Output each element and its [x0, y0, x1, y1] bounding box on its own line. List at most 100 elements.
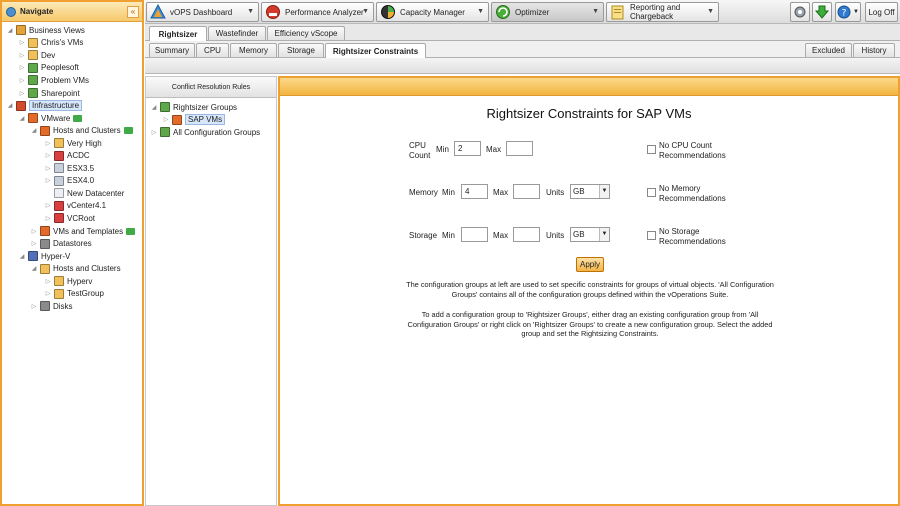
tree-item-label: Problem VMs — [41, 75, 90, 85]
tree-item-acdc[interactable]: ▷ ACDC — [2, 149, 142, 162]
download-button[interactable] — [812, 2, 832, 22]
vms-templates-icon — [40, 226, 50, 237]
tree-item-label: ESX4.0 — [67, 176, 95, 186]
main-tab-bar: Rightsizer Wastefinder Efficiency vScope — [145, 24, 900, 41]
expand-arrow-icon[interactable]: ▷ — [18, 64, 26, 71]
expand-arrow-icon[interactable]: ◢ — [150, 104, 158, 111]
tree-item-vmware[interactable]: ◢ VMware — [2, 112, 142, 125]
expand-arrow-icon[interactable]: ◢ — [6, 27, 14, 34]
tab-summary[interactable]: Summary — [149, 43, 195, 57]
expand-arrow-icon[interactable]: ◢ — [30, 127, 38, 134]
expand-arrow-icon[interactable]: ▷ — [44, 165, 52, 172]
no-storage-checkbox[interactable] — [647, 231, 656, 240]
tab-rightsizer[interactable]: Rightsizer — [149, 26, 207, 41]
storage-max-input[interactable] — [513, 227, 540, 242]
tree-item-hosts-clusters[interactable]: ◢ Hosts and Clusters — [2, 124, 142, 137]
tab-memory[interactable]: Memory — [230, 43, 277, 57]
tree-item-vms-templates[interactable]: ▷ VMs and Templates — [2, 225, 142, 238]
expand-arrow-icon[interactable]: ▷ — [30, 303, 38, 310]
expand-arrow-icon[interactable]: ◢ — [30, 265, 38, 272]
tree-item-dev[interactable]: ▷ Dev — [2, 49, 142, 62]
expand-arrow-icon[interactable]: ▷ — [30, 228, 38, 235]
tree-item-testgroup[interactable]: ▷ TestGroup — [2, 287, 142, 300]
tree-item-new-datacenter[interactable]: New Datacenter — [2, 187, 142, 200]
download-arrow-icon — [815, 5, 829, 19]
expand-arrow-icon[interactable]: ▷ — [150, 129, 158, 136]
expand-arrow-icon[interactable]: ▷ — [44, 152, 52, 159]
tab-storage[interactable]: Storage — [278, 43, 324, 57]
apply-button[interactable]: Apply — [576, 257, 604, 272]
tree-item-all-configuration-groups[interactable]: ▷ All Configuration Groups — [146, 126, 276, 139]
tree-item-label: TestGroup — [67, 289, 104, 299]
memory-min-input[interactable]: 4 — [461, 184, 488, 199]
folder-icon — [54, 276, 64, 287]
no-memory-checkbox[interactable] — [647, 188, 656, 197]
collapse-nav-button[interactable]: « — [127, 6, 139, 18]
performance-analyzer-dropdown[interactable]: Performance Analyzer ▼ — [261, 2, 374, 22]
tree-item-datastores[interactable]: ▷ Datastores — [2, 237, 142, 250]
tree-item-problem-vms[interactable]: ▷ Problem VMs — [2, 74, 142, 87]
memory-units-select[interactable]: GB ▼ — [570, 184, 610, 199]
tree-item-rightsizer-groups[interactable]: ◢ Rightsizer Groups — [146, 101, 276, 114]
cpu-min-input[interactable]: 2 — [454, 141, 481, 156]
top-toolbar: vOPS Dashboard ▼ Performance Analyzer ▼ … — [145, 0, 900, 24]
storage-min-input[interactable] — [461, 227, 488, 242]
tree-item-very-high[interactable]: ▷ Very High — [2, 137, 142, 150]
tree-item-infrastructure[interactable]: ◢ Infrastructure — [2, 99, 142, 112]
tree-item-sap-vms[interactable]: ▷ SAP VMs — [146, 114, 276, 127]
optimizer-dropdown[interactable]: Optimizer ▼ — [491, 2, 604, 22]
log-off-button[interactable]: Log Off — [865, 2, 898, 22]
tab-excluded[interactable]: Excluded — [805, 43, 852, 57]
tab-cpu[interactable]: CPU — [196, 43, 229, 57]
expand-arrow-icon[interactable]: ▷ — [44, 177, 52, 184]
navigation-tree: ◢ Business Views ▷ Chris's VMs ▷ Dev ▷ P… — [2, 22, 142, 313]
vcenter-icon — [54, 213, 64, 224]
tree-item-hyperv-hosts-clusters[interactable]: ◢ Hosts and Clusters — [2, 262, 142, 275]
storage-units-select[interactable]: GB ▼ — [570, 227, 610, 242]
tab-wastefinder[interactable]: Wastefinder — [208, 26, 266, 40]
no-cpu-checkbox[interactable] — [647, 145, 656, 154]
tree-item-hyper-v[interactable]: ◢ Hyper-V — [2, 250, 142, 263]
expand-arrow-icon[interactable]: ▷ — [44, 202, 52, 209]
capacity-manager-dropdown[interactable]: Capacity Manager ▼ — [376, 2, 489, 22]
expand-arrow-icon[interactable]: ▷ — [30, 240, 38, 247]
folder-icon — [54, 138, 64, 149]
tree-item-sharepoint[interactable]: ▷ Sharepoint — [2, 87, 142, 100]
tree-item-vcroot[interactable]: ▷ VCRoot — [2, 212, 142, 225]
memory-max-input[interactable] — [513, 184, 540, 199]
expand-arrow-icon[interactable]: ◢ — [18, 253, 26, 260]
comment-icon — [73, 114, 83, 122]
tree-item-business-views[interactable]: ◢ Business Views — [2, 24, 142, 37]
tree-item-peoplesoft[interactable]: ▷ Peoplesoft — [2, 62, 142, 75]
expand-arrow-icon[interactable]: ▷ — [44, 290, 52, 297]
tree-item-label: Sharepoint — [41, 88, 80, 98]
tree-item-hyperv[interactable]: ▷ Hyperv — [2, 275, 142, 288]
tab-efficiency-vscope[interactable]: Efficiency vScope — [267, 26, 345, 40]
expand-arrow-icon[interactable]: ▷ — [44, 215, 52, 222]
expand-arrow-icon[interactable]: ◢ — [6, 102, 14, 109]
tab-rightsizer-constraints[interactable]: Rightsizer Constraints — [325, 43, 426, 58]
expand-arrow-icon[interactable]: ▷ — [18, 39, 26, 46]
tree-item-esx40[interactable]: ▷ ESX4.0 — [2, 175, 142, 188]
tree-item-esx35[interactable]: ▷ ESX3.5 — [2, 162, 142, 175]
folder-icon — [28, 50, 38, 61]
settings-button[interactable] — [790, 2, 810, 22]
tree-item-label: Very High — [67, 138, 102, 148]
expand-arrow-icon[interactable]: ▷ — [18, 90, 26, 97]
help-button[interactable]: ? ▼ — [835, 2, 861, 22]
tree-item-disks[interactable]: ▷ Disks — [2, 300, 142, 313]
expand-arrow-icon[interactable]: ▷ — [44, 278, 52, 285]
tree-item-label: Business Views — [29, 25, 85, 35]
tree-item-chriss-vms[interactable]: ▷ Chris's VMs — [2, 37, 142, 50]
expand-arrow-icon[interactable]: ◢ — [18, 115, 26, 122]
vops-dashboard-dropdown[interactable]: vOPS Dashboard ▼ — [146, 2, 259, 22]
expand-arrow-icon[interactable]: ▷ — [18, 52, 26, 59]
expand-arrow-icon[interactable]: ▷ — [162, 116, 170, 123]
tab-history[interactable]: History — [853, 43, 895, 57]
tree-item-vcenter41[interactable]: ▷ vCenter4.1 — [2, 200, 142, 213]
expand-arrow-icon[interactable]: ▷ — [44, 140, 52, 147]
reporting-chargeback-dropdown[interactable]: Reporting and Chargeback ▼ — [606, 2, 719, 22]
expand-arrow-icon[interactable]: ▷ — [18, 77, 26, 84]
reporting-chargeback-label: Reporting and Chargeback — [630, 3, 681, 21]
cpu-max-input[interactable] — [506, 141, 533, 156]
